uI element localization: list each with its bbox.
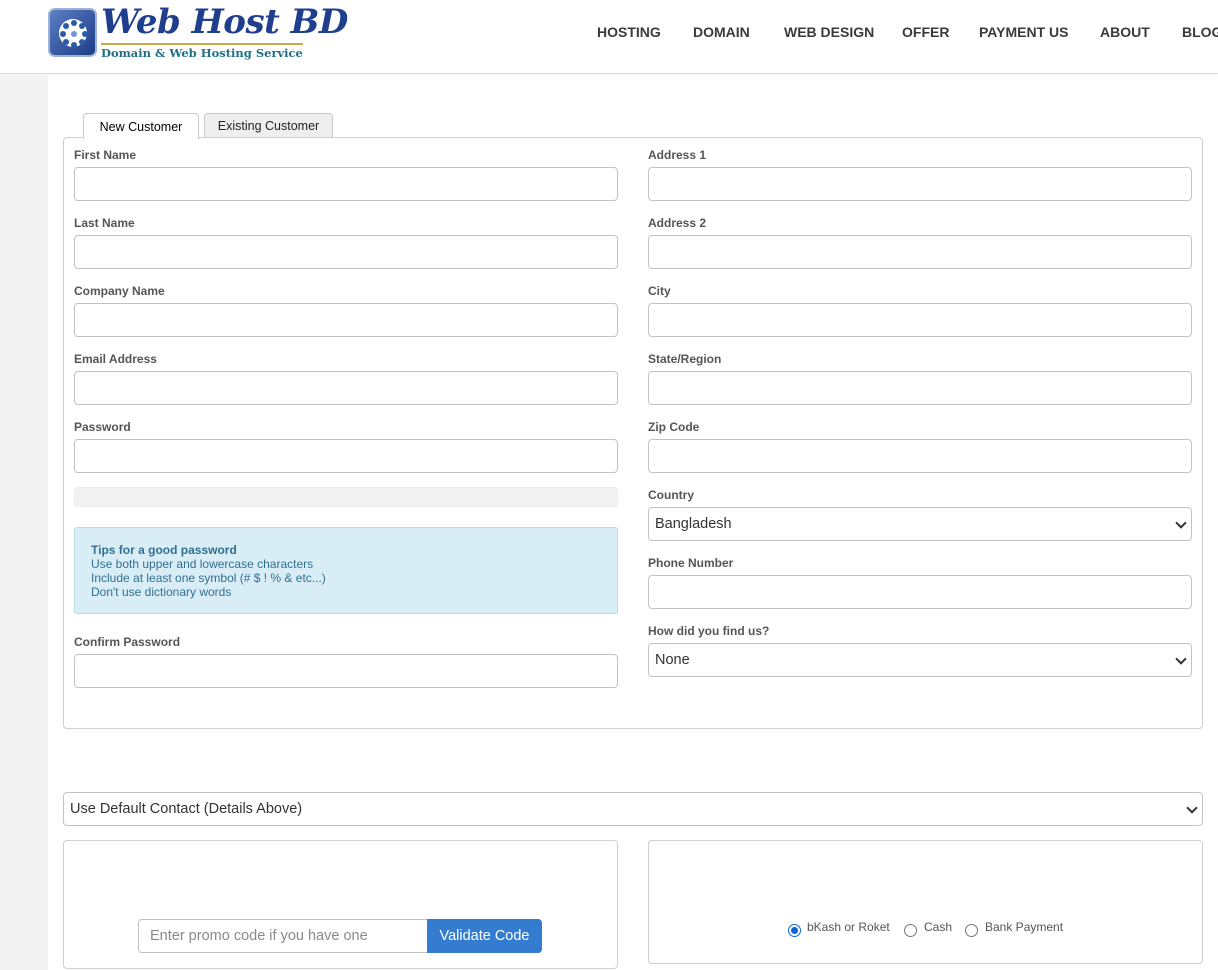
company-name-input[interactable]: [74, 303, 618, 337]
city-label: City: [648, 284, 671, 298]
password-label: Password: [74, 420, 131, 434]
chevron-down-icon: [1175, 653, 1187, 665]
password-input[interactable]: [74, 439, 618, 473]
first-name-label: First Name: [74, 148, 137, 162]
phone-input[interactable]: [648, 575, 1192, 609]
main-nav: HOSTING DOMAIN WEB DESIGN OFFER PAYMENT …: [0, 24, 1218, 44]
state-input[interactable]: [648, 371, 1192, 405]
find-us-label: How did you find us?: [648, 624, 770, 638]
email-label: Email Address: [74, 352, 157, 366]
address2-label: Address 2: [648, 216, 707, 230]
password-tips: Tips for a good password Use both upper …: [74, 527, 618, 614]
password-tip: Include at least one symbol (# $ ! % & e…: [91, 571, 326, 585]
left-gutter: [0, 75, 48, 970]
nav-item-blog[interactable]: BLOG: [1182, 24, 1218, 40]
payment-radio-bank[interactable]: [965, 924, 978, 937]
country-select[interactable]: Bangladesh: [648, 507, 1192, 541]
nav-item-domain[interactable]: DOMAIN: [693, 24, 750, 40]
password-tips-title: Tips for a good password: [91, 543, 237, 557]
city-input[interactable]: [648, 303, 1192, 337]
customer-form: [63, 137, 1203, 729]
email-input[interactable]: [74, 371, 618, 405]
find-us-value: None: [655, 652, 690, 668]
brand-subtitle: Domain & Web Hosting Service: [101, 43, 303, 60]
chevron-down-icon: [1186, 802, 1198, 814]
address1-label: Address 1: [648, 148, 707, 162]
last-name-input[interactable]: [74, 235, 618, 269]
payment-radio-bkash[interactable]: [788, 924, 801, 937]
password-tip: Use both upper and lowercase characters: [91, 557, 314, 571]
tab-existing-customer[interactable]: Existing Customer: [204, 113, 333, 138]
find-us-select[interactable]: None: [648, 643, 1192, 677]
country-label: Country: [648, 488, 694, 502]
site-header: Web Host BD Domain & Web Hosting Service…: [0, 0, 1218, 74]
nav-item-about[interactable]: ABOUT: [1100, 24, 1150, 40]
confirm-password-label: Confirm Password: [74, 635, 181, 649]
contact-select[interactable]: Use Default Contact (Details Above): [63, 792, 1203, 826]
promo-code-input[interactable]: [138, 919, 428, 953]
payment-radio-cash[interactable]: [904, 924, 917, 937]
chevron-down-icon: [1175, 517, 1187, 529]
phone-label: Phone Number: [648, 556, 734, 570]
zip-label: Zip Code: [648, 420, 700, 434]
nav-item-payment-us[interactable]: PAYMENT US: [979, 24, 1068, 40]
tab-new-customer[interactable]: New Customer: [83, 113, 199, 139]
first-name-input[interactable]: [74, 167, 618, 201]
nav-item-web-design[interactable]: WEB DESIGN: [784, 24, 874, 40]
company-name-label: Company Name: [74, 284, 165, 298]
last-name-label: Last Name: [74, 216, 135, 230]
address2-input[interactable]: [648, 235, 1192, 269]
payment-label-cash[interactable]: Cash: [924, 920, 952, 934]
nav-item-hosting[interactable]: HOSTING: [597, 24, 661, 40]
state-label: State/Region: [648, 352, 722, 366]
payment-label-bkash[interactable]: bKash or Roket: [807, 920, 890, 934]
password-strength-bar: [74, 487, 618, 507]
zip-input[interactable]: [648, 439, 1192, 473]
confirm-password-input[interactable]: [74, 654, 618, 688]
payment-panel: [648, 840, 1203, 964]
password-tip: Don't use dictionary words: [91, 585, 232, 599]
address1-input[interactable]: [648, 167, 1192, 201]
country-value: Bangladesh: [655, 516, 732, 532]
payment-label-bank[interactable]: Bank Payment: [985, 920, 1063, 934]
contact-value: Use Default Contact (Details Above): [70, 801, 303, 817]
nav-item-offer[interactable]: OFFER: [902, 24, 949, 40]
validate-code-button[interactable]: Validate Code: [427, 919, 542, 953]
